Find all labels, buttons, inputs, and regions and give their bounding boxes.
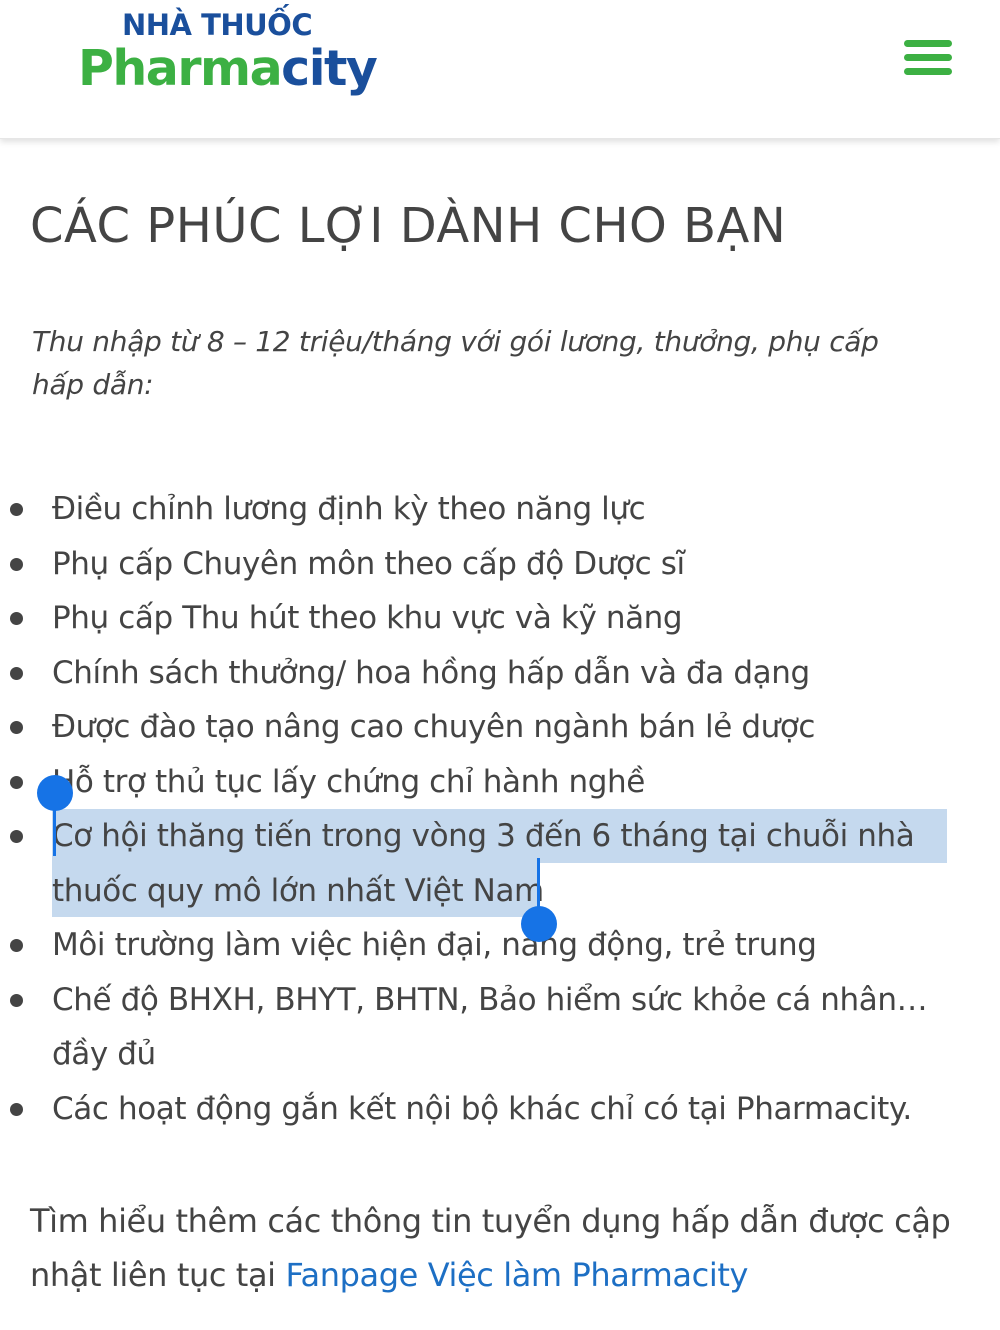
- list-item-text: Phụ cấp Chuyên môn theo cấp độ Dược sĩ: [52, 545, 685, 582]
- list-item-text: Chính sách thưởng/ hoa hồng hấp dẫn và đ…: [52, 654, 810, 691]
- fanpage-link[interactable]: Fanpage Việc làm Pharmacity: [285, 1256, 748, 1294]
- intro-text: Thu nhập từ 8 – 12 triệu/tháng với gói l…: [32, 325, 879, 401]
- list-item: Điều chỉnh lương định kỳ theo năng lực: [10, 482, 970, 537]
- bullet-icon: [10, 775, 23, 789]
- hamburger-bar: [904, 54, 952, 61]
- list-item-selected[interactable]: Cơ hội thăng tiến trong vòng 3 đến 6 thá…: [10, 809, 970, 918]
- list-item-text: Hỗ trợ thủ tục lấy chứng chỉ hành nghề: [52, 763, 645, 800]
- selection-start-handle[interactable]: [37, 775, 73, 811]
- logo-pharma-text: Pharma: [78, 40, 283, 97]
- bullet-icon: [10, 557, 23, 571]
- hamburger-bar: [904, 68, 952, 75]
- logo-top-text: NHÀ THUỐC: [122, 8, 313, 42]
- logo-main-text: Pharmacity: [78, 40, 378, 97]
- bullet-icon: [10, 830, 23, 843]
- bullet-icon: [10, 612, 23, 625]
- list-item: Phụ cấp Thu hút theo khu vực và kỹ năng: [10, 591, 970, 646]
- list-item: Chế độ BHXH, BHYT, BHTN, Bảo hiểm sức kh…: [10, 973, 970, 1082]
- pharmacity-logo[interactable]: NHÀ THUỐC Pharmacity: [78, 6, 378, 106]
- list-item: Hỗ trợ thủ tục lấy chứng chỉ hành nghề: [10, 755, 970, 810]
- bullet-icon: [10, 993, 23, 1007]
- list-item-text: Chế độ BHXH, BHYT, BHTN, Bảo hiểm sức kh…: [52, 981, 928, 1073]
- selection-end-caret: [537, 858, 540, 908]
- logo-city-text: city: [281, 40, 378, 97]
- hamburger-menu-icon[interactable]: [904, 40, 952, 76]
- list-item: Được đào tạo nâng cao chuyên ngành bán l…: [10, 700, 970, 755]
- bullet-icon: [10, 721, 23, 734]
- benefits-list: Điều chỉnh lương định kỳ theo năng lực P…: [10, 482, 970, 1137]
- page-title: CÁC PHÚC LỢI DÀNH CHO BẠN: [30, 198, 787, 254]
- list-item: Môi trường làm việc hiện đại, năng động,…: [10, 918, 970, 973]
- selected-text[interactable]: Cơ hội thăng tiến trong vòng 3 đến 6 thá…: [52, 809, 932, 918]
- bullet-icon: [10, 503, 23, 516]
- list-item: Chính sách thưởng/ hoa hồng hấp dẫn và đ…: [10, 646, 970, 701]
- bullet-icon: [10, 939, 23, 952]
- selection-end-handle[interactable]: [521, 906, 557, 942]
- site-header: NHÀ THUỐC Pharmacity: [0, 0, 1000, 139]
- list-item: Các hoạt động gắn kết nội bộ khác chỉ có…: [10, 1082, 970, 1137]
- footer-paragraph: Tìm hiểu thêm các thông tin tuyển dụng h…: [30, 1194, 980, 1302]
- bullet-icon: [10, 666, 23, 680]
- list-item-text: Được đào tạo nâng cao chuyên ngành bán l…: [52, 709, 816, 745]
- list-item-text: Các hoạt động gắn kết nội bộ khác chỉ có…: [52, 1090, 912, 1127]
- list-item-text: Điều chỉnh lương định kỳ theo năng lực: [52, 491, 646, 527]
- list-item-text: Môi trường làm việc hiện đại, năng động,…: [52, 927, 817, 963]
- list-item-text: Phụ cấp Thu hút theo khu vực và kỹ năng: [52, 600, 683, 636]
- list-item: Phụ cấp Chuyên môn theo cấp độ Dược sĩ: [10, 537, 970, 592]
- hamburger-bar: [904, 40, 952, 47]
- bullet-icon: [10, 1102, 23, 1116]
